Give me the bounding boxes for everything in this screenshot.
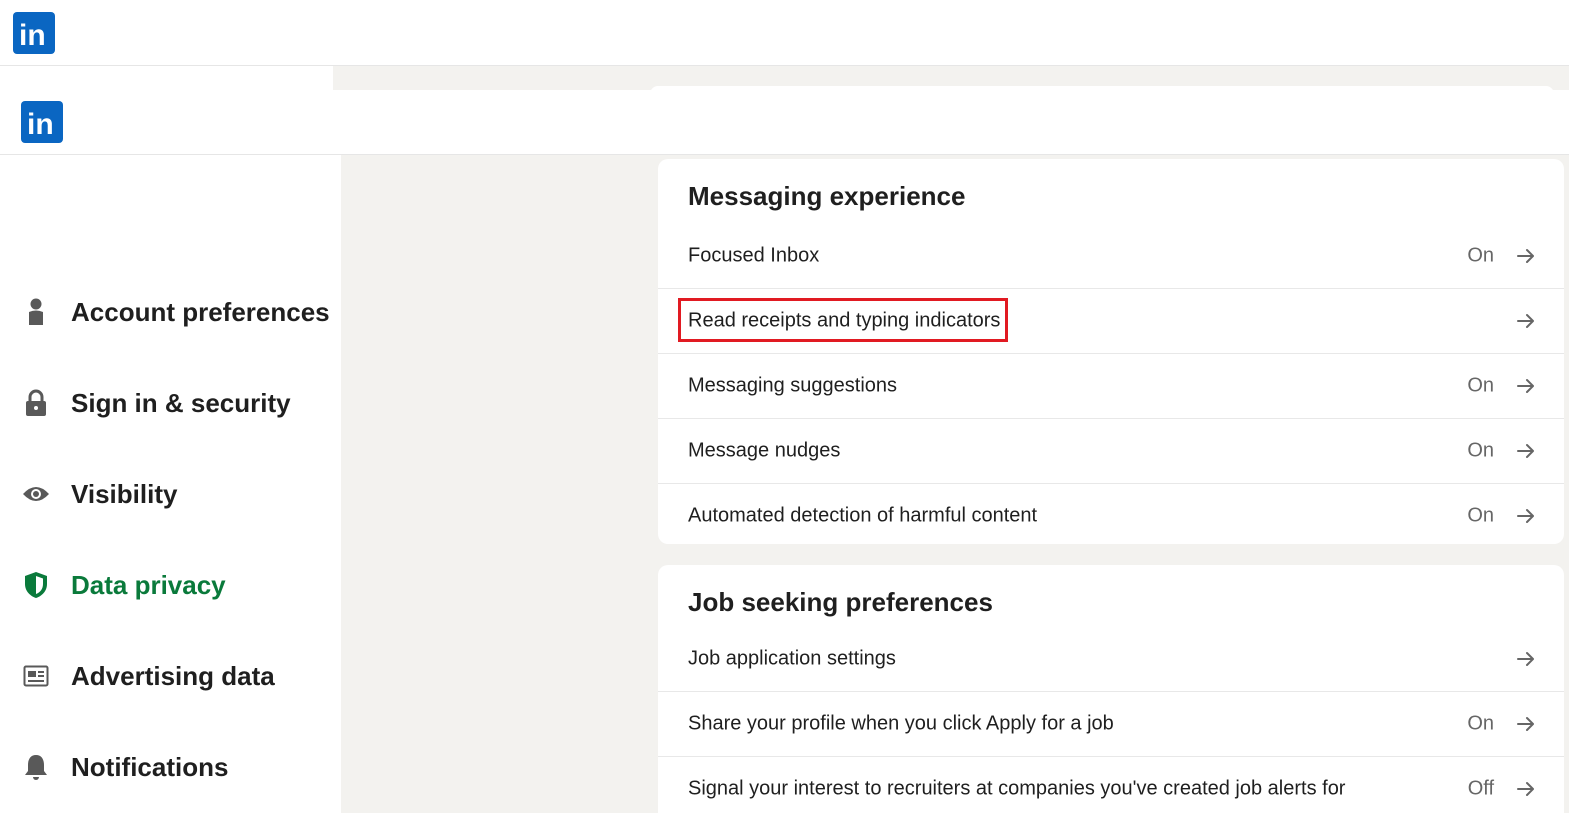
sidebar-item-label: Data privacy (71, 569, 226, 600)
sidebar-item-label: Advertising data (71, 660, 275, 691)
setting-status: On (1467, 244, 1494, 266)
settings-main: Messaging experience Focused Inbox On Re… (341, 155, 1569, 825)
sidebar-item-label: Sign in & security (71, 387, 291, 418)
newspaper-icon (22, 662, 50, 690)
messaging-experience-card: Messaging experience Focused Inbox On Re… (658, 159, 1564, 544)
arrow-right-icon (1517, 379, 1534, 393)
setting-label: Focused Inbox (688, 244, 820, 266)
setting-label: Messaging suggestions (688, 374, 898, 397)
setting-row-message-nudges[interactable]: Message nudges On (658, 418, 1564, 483)
sidebar-item-data-privacy[interactable]: Data privacy (0, 557, 341, 613)
bell-icon (22, 753, 50, 781)
setting-label: Share your profile when you click Apply … (688, 712, 1114, 735)
sidebar-item-account-preferences[interactable]: Account preferences (0, 284, 341, 340)
sidebar-item-label: Visibility (71, 478, 178, 509)
setting-row-messaging-suggestions[interactable]: Messaging suggestions On (658, 353, 1564, 418)
svg-text:in: in (19, 19, 46, 52)
setting-label: Job application settings (688, 647, 896, 669)
arrow-right-icon (1517, 509, 1534, 523)
section-title: Job seeking preferences (688, 587, 993, 617)
arrow-right-icon (1517, 314, 1534, 328)
setting-row-focused-inbox[interactable]: Focused Inbox On (658, 223, 1564, 288)
arrow-right-icon (1517, 717, 1534, 731)
arrow-right-icon (1517, 444, 1534, 458)
setting-row-harmful-content[interactable]: Automated detection of harmful content O… (658, 483, 1564, 548)
setting-status: On (1467, 374, 1494, 397)
arrow-right-icon (1517, 248, 1534, 263)
setting-row-job-application-settings[interactable]: Job application settings (658, 626, 1564, 691)
sidebar-item-sign-in-security[interactable]: Sign in & security (0, 375, 341, 431)
setting-label: Automated detection of harmful content (688, 504, 1038, 527)
shield-icon (22, 571, 50, 599)
setting-label: Message nudges (688, 439, 841, 462)
svg-text:in: in (27, 108, 54, 141)
setting-row-signal-interest[interactable]: Signal your interest to recruiters at co… (658, 756, 1564, 821)
sidebar-item-visibility[interactable]: Visibility (0, 466, 341, 522)
setting-row-read-receipts[interactable]: Read receipts and typing indicators (658, 288, 1564, 353)
sidebar-item-label: Account preferences (71, 296, 330, 327)
section-title: Messaging experience (688, 181, 966, 211)
setting-row-share-profile-apply[interactable]: Share your profile when you click Apply … (658, 691, 1564, 756)
lock-icon (22, 389, 50, 417)
setting-status: On (1467, 712, 1494, 735)
linkedin-logo-icon[interactable]: in (21, 101, 63, 143)
arrow-right-icon (1517, 651, 1534, 666)
person-icon (22, 298, 50, 326)
settings-sidebar: Account preferences Sign in & security V… (0, 155, 341, 813)
setting-status: On (1467, 439, 1494, 462)
setting-label: Read receipts and typing indicators (688, 309, 1001, 332)
arrow-right-icon (1517, 782, 1534, 796)
sidebar-item-advertising-data[interactable]: Advertising data (0, 648, 341, 704)
top-header: in (0, 90, 1569, 155)
eye-icon (22, 480, 50, 508)
sidebar-item-label: Notifications (71, 751, 229, 782)
setting-status: Off (1467, 777, 1494, 800)
outer-sidebar-strip (0, 66, 333, 90)
setting-label: Signal your interest to recruiters at co… (688, 777, 1346, 800)
sidebar-item-notifications[interactable]: Notifications (0, 739, 341, 795)
job-seeking-preferences-card: Job seeking preferences Job application … (658, 565, 1564, 825)
setting-status: On (1467, 504, 1494, 527)
outer-header: in (0, 0, 1569, 66)
linkedin-logo-icon[interactable]: in (13, 12, 55, 54)
